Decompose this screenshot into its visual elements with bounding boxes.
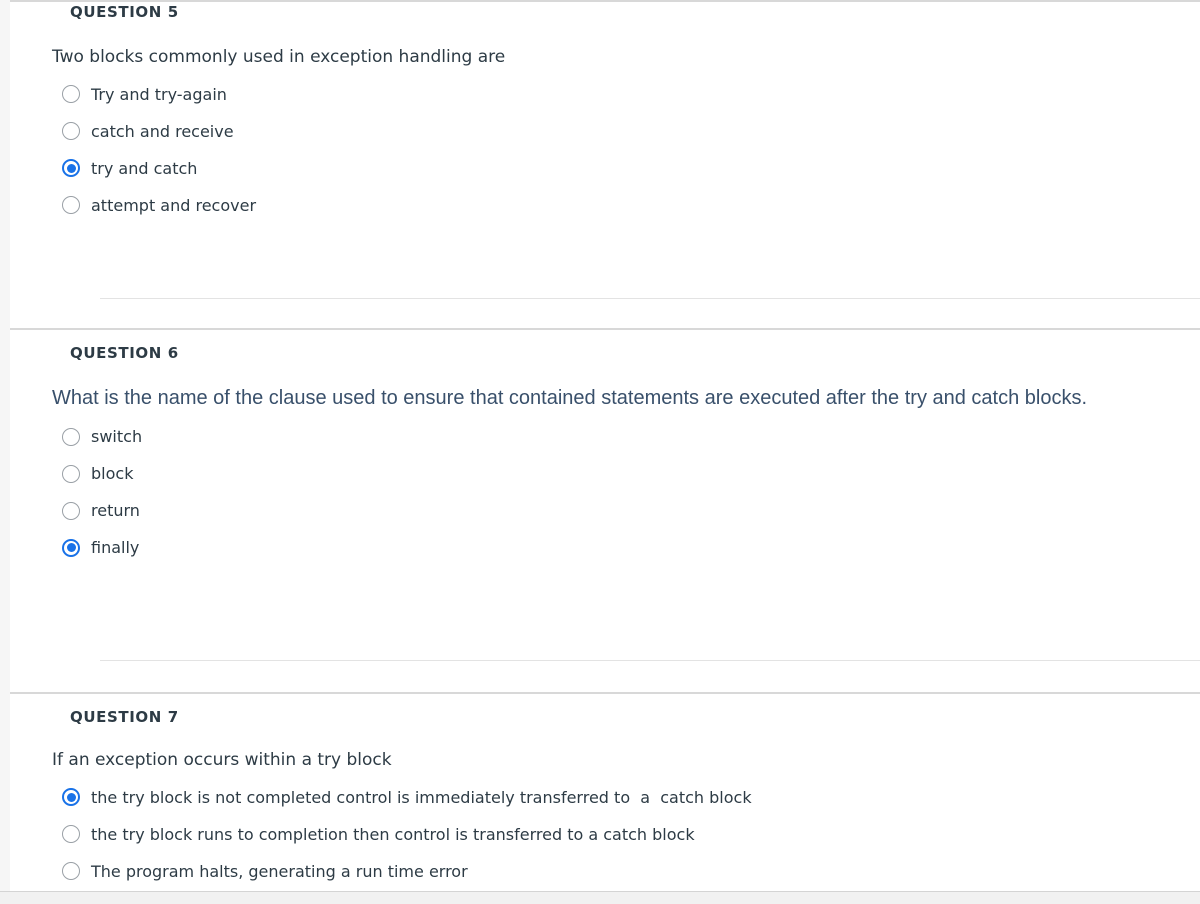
answer-option-label: finally xyxy=(91,538,140,558)
radio-button-icon[interactable] xyxy=(62,788,80,807)
quiz-question-list: QUESTION 5 Two blocks commonly used in e… xyxy=(10,0,1200,904)
answer-option[interactable]: catch and receive xyxy=(62,113,1180,150)
radio-button-icon[interactable] xyxy=(62,862,80,881)
radio-button-icon[interactable] xyxy=(62,196,80,215)
radio-button-icon[interactable] xyxy=(62,427,80,446)
question-block-6: QUESTION 6 What is the name of the claus… xyxy=(10,328,1200,692)
question-header-5: QUESTION 5 xyxy=(70,3,179,21)
answer-option-label: block xyxy=(91,464,134,484)
quiz-page: QUESTION 5 Two blocks commonly used in e… xyxy=(0,0,1200,904)
question-stem-6: What is the name of the clause used to e… xyxy=(52,387,1088,409)
answer-option[interactable]: block xyxy=(62,455,1180,492)
radio-button-icon[interactable] xyxy=(62,464,80,483)
answer-option-label: try and catch xyxy=(91,158,198,178)
question-inner-divider xyxy=(100,298,1200,299)
question-stem-5: Two blocks commonly used in exception ha… xyxy=(52,47,506,67)
question-body-6: What is the name of the clause used to e… xyxy=(10,362,1200,566)
answer-option-label: the try block runs to completion then co… xyxy=(91,824,695,844)
page-left-gutter xyxy=(0,0,10,904)
answer-option-label: attempt and recover xyxy=(91,195,257,215)
radio-button-icon[interactable] xyxy=(62,825,80,844)
question-block-5: QUESTION 5 Two blocks commonly used in e… xyxy=(10,0,1200,328)
answer-option[interactable]: return xyxy=(62,492,1180,529)
answer-option[interactable]: attempt and recover xyxy=(62,187,1180,224)
answer-option-label: catch and receive xyxy=(91,121,234,141)
answer-option[interactable]: The program halts, generating a run time… xyxy=(62,853,1180,890)
answer-option-label: The program halts, generating a run time… xyxy=(91,861,468,881)
question-header-7: QUESTION 7 xyxy=(70,708,179,726)
answer-options-7: the try block is not completed control i… xyxy=(52,779,1180,890)
question-header-6: QUESTION 6 xyxy=(70,344,179,362)
answer-option-label: return xyxy=(91,501,140,521)
answer-options-5: Try and try-again catch and receive try … xyxy=(52,76,1180,224)
answer-option[interactable]: try and catch xyxy=(62,150,1180,187)
answer-option[interactable]: the try block runs to completion then co… xyxy=(62,816,1180,853)
horizontal-scrollbar[interactable] xyxy=(0,891,1200,904)
question-block-7: QUESTION 7 If an exception occurs within… xyxy=(10,692,1200,904)
radio-button-icon[interactable] xyxy=(62,122,80,141)
answer-option[interactable]: Try and try-again xyxy=(62,76,1180,113)
answer-option[interactable]: the try block is not completed control i… xyxy=(62,779,1180,816)
answer-options-6: switch block return finally xyxy=(52,418,1180,566)
question-stem-7: If an exception occurs within a try bloc… xyxy=(52,750,392,770)
question-body-5: Two blocks commonly used in exception ha… xyxy=(10,21,1200,224)
radio-button-icon[interactable] xyxy=(62,85,80,104)
question-body-7: If an exception occurs within a try bloc… xyxy=(10,726,1200,890)
radio-button-icon[interactable] xyxy=(62,159,80,178)
question-inner-divider xyxy=(100,660,1200,661)
answer-option-label: the try block is not completed control i… xyxy=(91,787,752,807)
answer-option[interactable]: switch xyxy=(62,418,1180,455)
radio-button-icon[interactable] xyxy=(62,538,80,557)
answer-option-label: switch xyxy=(91,427,143,447)
answer-option-label: Try and try-again xyxy=(91,84,227,104)
radio-button-icon[interactable] xyxy=(62,501,80,520)
answer-option[interactable]: finally xyxy=(62,529,1180,566)
